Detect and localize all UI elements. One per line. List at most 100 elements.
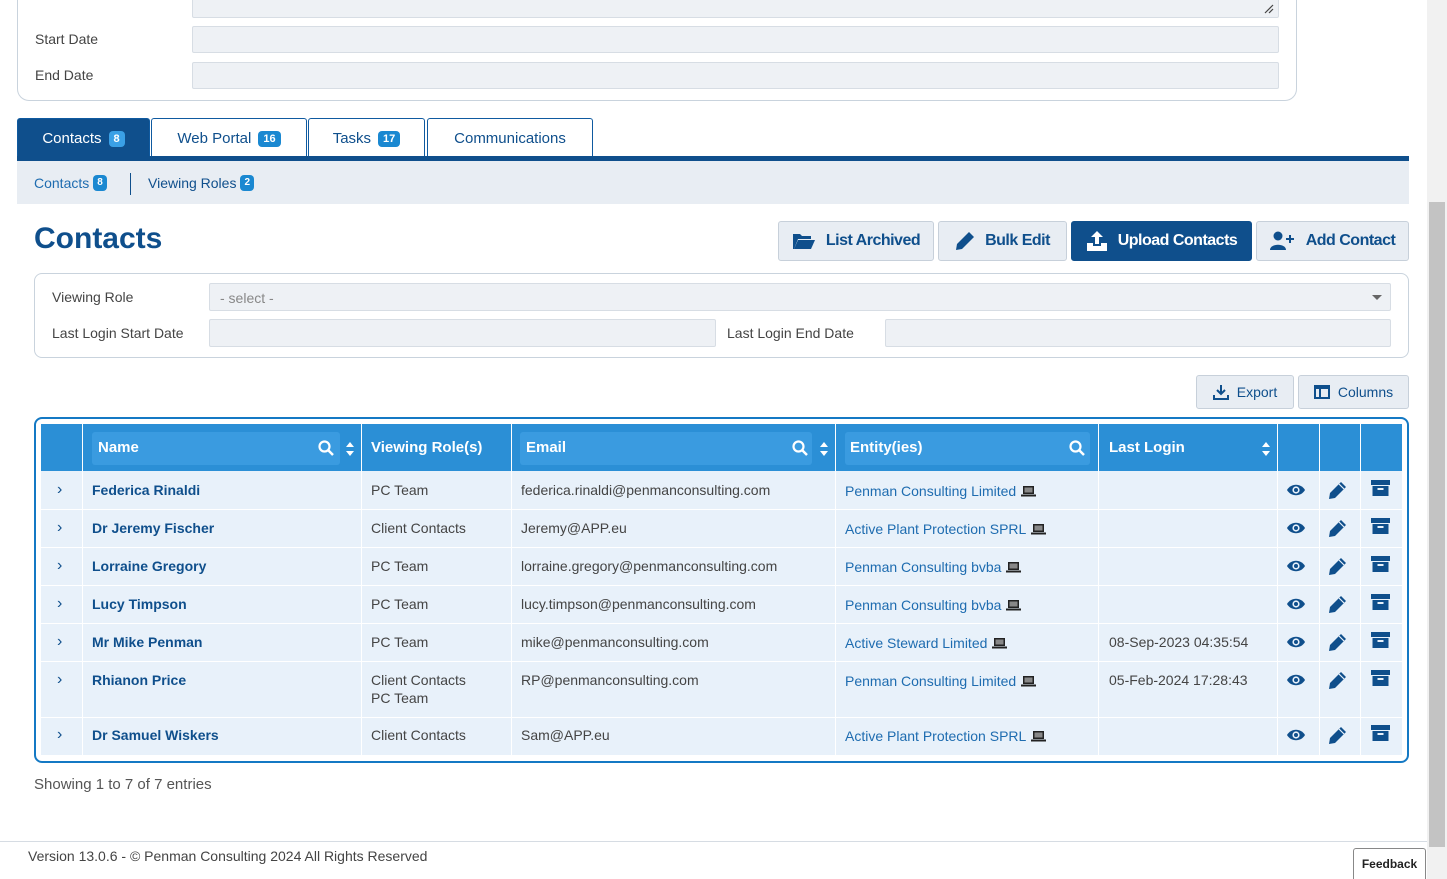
tab-contacts[interactable]: Contacts 8 — [17, 118, 150, 158]
column-header-last-login[interactable]: Last Login — [1099, 424, 1277, 471]
edit-pencil-icon[interactable] — [1328, 595, 1347, 614]
contact-entity-label: Penman Consulting bvba — [845, 597, 1002, 613]
subnav-contacts[interactable]: Contacts 8 — [34, 175, 107, 191]
contact-entity[interactable]: Active Steward Limited — [845, 635, 1008, 651]
contact-entity-label: Active Plant Protection SPRL — [845, 728, 1027, 744]
archive-box-icon[interactable] — [1371, 556, 1390, 572]
row-divider — [41, 547, 1402, 548]
view-eye-icon[interactable] — [1286, 673, 1306, 687]
row-divider — [41, 509, 1402, 510]
contact-name[interactable]: Dr Samuel Wiskers — [92, 727, 219, 743]
columns-button[interactable]: Columns — [1298, 375, 1409, 409]
expand-row-chevron-icon[interactable]: › — [57, 671, 62, 689]
contact-name[interactable]: Mr Mike Penman — [92, 634, 202, 650]
expand-row-chevron-icon[interactable]: › — [57, 726, 62, 744]
email-sort-icon[interactable] — [819, 441, 829, 457]
edit-pencil-icon[interactable] — [1328, 671, 1347, 690]
contact-name[interactable]: Lorraine Gregory — [92, 558, 206, 574]
laptop-icon — [1031, 731, 1047, 742]
contact-email: lorraine.gregory@penmanconsulting.com — [521, 558, 778, 574]
view-eye-icon[interactable] — [1286, 728, 1306, 742]
footer-text: Version 13.0.6 - © Penman Consulting 202… — [28, 848, 428, 864]
export-button[interactable]: Export — [1196, 375, 1294, 409]
contact-entity[interactable]: Penman Consulting Limited — [845, 483, 1037, 499]
archive-box-icon[interactable] — [1371, 518, 1390, 534]
laptop-icon — [1006, 600, 1022, 611]
subnav-divider — [130, 173, 131, 195]
expand-row-chevron-icon[interactable]: › — [57, 481, 62, 499]
feedback-button[interactable]: Feedback — [1353, 848, 1426, 879]
expand-row-chevron-icon[interactable]: › — [57, 557, 62, 575]
add-contact-label: Add Contact — [1305, 232, 1396, 249]
view-eye-icon[interactable] — [1286, 559, 1306, 573]
edit-pencil-icon[interactable] — [1328, 481, 1347, 500]
view-eye-icon[interactable] — [1286, 597, 1306, 611]
contact-entity[interactable]: Penman Consulting bvba — [845, 559, 1022, 575]
bulk-edit-button[interactable]: Bulk Edit — [938, 221, 1067, 261]
table-body — [41, 471, 1402, 755]
contact-name[interactable]: Dr Jeremy Fischer — [92, 520, 214, 536]
contact-role: Client Contacts — [371, 520, 466, 536]
contact-name[interactable]: Lucy Timpson — [92, 596, 187, 612]
contact-entity[interactable]: Active Plant Protection SPRL — [845, 521, 1047, 537]
expand-row-chevron-icon[interactable]: › — [57, 519, 62, 537]
entity-search-icon[interactable] — [1069, 440, 1085, 456]
contact-last-login: 08-Sep-2023 04:35:54 — [1109, 634, 1249, 650]
contact-entity[interactable]: Penman Consulting Limited — [845, 673, 1037, 689]
archive-box-icon[interactable] — [1371, 594, 1390, 610]
list-archived-button[interactable]: List Archived — [778, 221, 934, 261]
scrollbar-thumb[interactable] — [1429, 202, 1445, 847]
tab-web-portal[interactable]: Web Portal 16 — [151, 118, 307, 158]
edit-pencil-icon[interactable] — [1328, 633, 1347, 652]
column-header-entity[interactable]: Entity(ies) — [840, 424, 1098, 471]
archive-box-icon[interactable] — [1371, 480, 1390, 496]
subnav-viewing-roles[interactable]: Viewing Roles 2 — [148, 175, 255, 191]
description-textarea[interactable] — [192, 0, 1279, 18]
edit-pencil-icon[interactable] — [1328, 519, 1347, 538]
name-search-icon[interactable] — [318, 440, 334, 456]
contact-name[interactable]: Federica Rinaldi — [92, 482, 200, 498]
column-header-entity-label: Entity(ies) — [850, 439, 923, 456]
column-header-email[interactable]: Email — [516, 424, 836, 471]
last-login-start-field[interactable] — [209, 319, 716, 347]
contact-role: PC Team — [371, 482, 429, 498]
resize-grip-icon[interactable] — [1264, 4, 1274, 14]
upload-contacts-button[interactable]: Upload Contacts — [1071, 221, 1252, 261]
tab-tasks[interactable]: Tasks 17 — [308, 118, 425, 158]
contact-name[interactable]: Rhianon Price — [92, 672, 186, 688]
last-login-sort-icon[interactable] — [1261, 441, 1271, 457]
start-date-field[interactable] — [192, 26, 1279, 53]
row-divider — [41, 585, 1402, 586]
view-eye-icon[interactable] — [1286, 635, 1306, 649]
edit-pencil-icon[interactable] — [1328, 726, 1347, 745]
last-login-start-label: Last Login Start Date — [52, 325, 184, 341]
tab-communications[interactable]: Communications — [427, 118, 593, 158]
laptop-icon — [1021, 486, 1037, 497]
start-date-label: Start Date — [35, 31, 99, 47]
contact-email: RP@penmanconsulting.com — [521, 672, 699, 688]
view-eye-icon[interactable] — [1286, 521, 1306, 535]
edit-pencil-icon[interactable] — [1328, 557, 1347, 576]
last-login-end-label: Last Login End Date — [727, 325, 854, 341]
end-date-label: End Date — [35, 67, 94, 83]
contact-role: Client Contacts — [371, 727, 466, 743]
contact-entity[interactable]: Active Plant Protection SPRL — [845, 728, 1047, 744]
end-date-field[interactable] — [192, 62, 1279, 89]
view-eye-icon[interactable] — [1286, 483, 1306, 497]
add-contact-button[interactable]: Add Contact — [1256, 221, 1409, 261]
archive-box-icon[interactable] — [1371, 725, 1390, 741]
contact-entity[interactable]: Penman Consulting bvba — [845, 597, 1022, 613]
archive-box-icon[interactable] — [1371, 632, 1390, 648]
column-divider — [361, 424, 362, 755]
contact-entity-label: Penman Consulting bvba — [845, 559, 1002, 575]
name-sort-icon[interactable] — [345, 441, 355, 457]
contact-role: PC Team — [371, 596, 429, 612]
contact-entity-label: Active Steward Limited — [845, 635, 988, 651]
expand-row-chevron-icon[interactable]: › — [57, 595, 62, 613]
expand-row-chevron-icon[interactable]: › — [57, 633, 62, 651]
email-search-icon[interactable] — [792, 440, 808, 456]
viewing-role-select[interactable]: - select - — [209, 283, 1391, 311]
last-login-end-field[interactable] — [885, 319, 1391, 347]
archive-box-icon[interactable] — [1371, 670, 1390, 686]
column-header-email-label: Email — [526, 439, 567, 456]
